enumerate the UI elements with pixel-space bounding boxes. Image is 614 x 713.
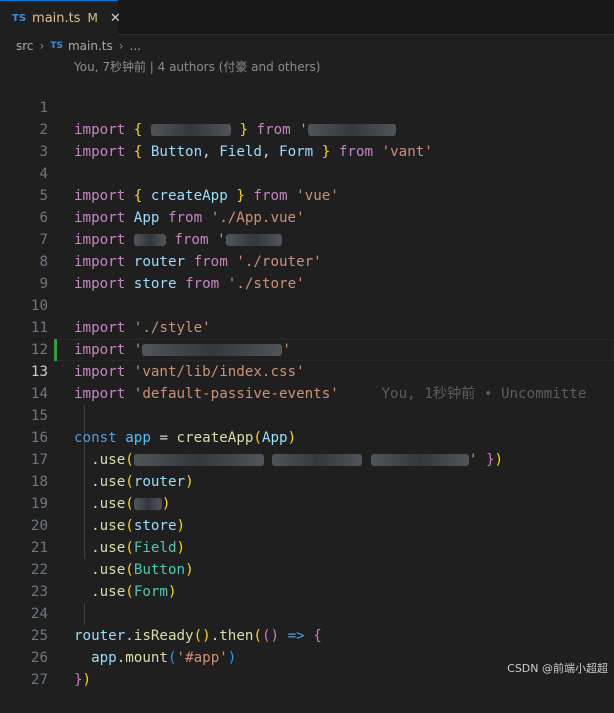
close-icon[interactable]: ✕ (110, 11, 121, 26)
tab-main-ts[interactable]: TS main.ts M ✕ (0, 0, 121, 35)
code-line: 23 (0, 559, 614, 600)
code-line: 21 .use(Button) (0, 515, 614, 578)
code-line: 17 .use(router) (0, 427, 614, 490)
breadcrumb: src › TS main.ts › ... (16, 37, 141, 55)
code-line: 19 .use(store) (0, 471, 614, 534)
code-line: 15 const app = createApp(App) (0, 383, 614, 446)
watermark: CSDN @前端小超超 (507, 662, 608, 675)
breadcrumb-symbol[interactable]: ... (130, 39, 141, 53)
tab-bar: TS main.ts M ✕ (0, 0, 614, 35)
code-line: 11 import ' ' (0, 295, 614, 358)
tab-label: main.ts (32, 10, 81, 26)
code-line: 24 router.isReady().then(() => { (0, 581, 614, 644)
code-line: 6 import from ' (0, 185, 614, 248)
breadcrumb-folder[interactable]: src (16, 39, 34, 53)
code-line: 4 import { createApp } from 'vue' (0, 141, 614, 204)
modified-badge: M (87, 11, 98, 25)
code-line: 22 .use(Form) (0, 537, 614, 600)
code-line: 12 import 'vant/lib/index.css' (0, 317, 614, 380)
code-line: 3 (0, 119, 614, 160)
code-line: 9 (0, 251, 614, 292)
codelens-blame[interactable]: You, 7秒钟前 | 4 authors (付豪 and others) (74, 58, 320, 75)
code-line: 16 .use( ' }) (0, 405, 614, 468)
code-line: 5 import App from './App.vue' (0, 163, 614, 226)
breadcrumb-file[interactable]: main.ts (68, 39, 113, 53)
code-line: 14 (0, 361, 614, 402)
chevron-right-icon: › (118, 39, 124, 53)
code-line: 26 }) (0, 625, 614, 688)
code-line: 7 import router from './router' (0, 207, 614, 270)
code-line: 20 .use(Field) (0, 493, 614, 556)
code-line: 8 import store from './store' (0, 229, 614, 292)
code-line: 2 import { Button, Field, Form } from 'v… (0, 97, 614, 160)
code-line: 13 import 'default-passive-events' You, … (0, 339, 614, 402)
code-line: 18 .use() (0, 449, 614, 512)
typescript-icon: TS (50, 41, 63, 51)
line-number: 27 (30, 672, 48, 688)
chevron-right-icon: › (39, 39, 45, 53)
code-line: 25 app.mount('#app') (0, 603, 614, 666)
typescript-icon: TS (12, 12, 27, 24)
code-line: 10 import './style' (0, 273, 614, 336)
code-line: 1 import { } from ' (0, 75, 614, 138)
